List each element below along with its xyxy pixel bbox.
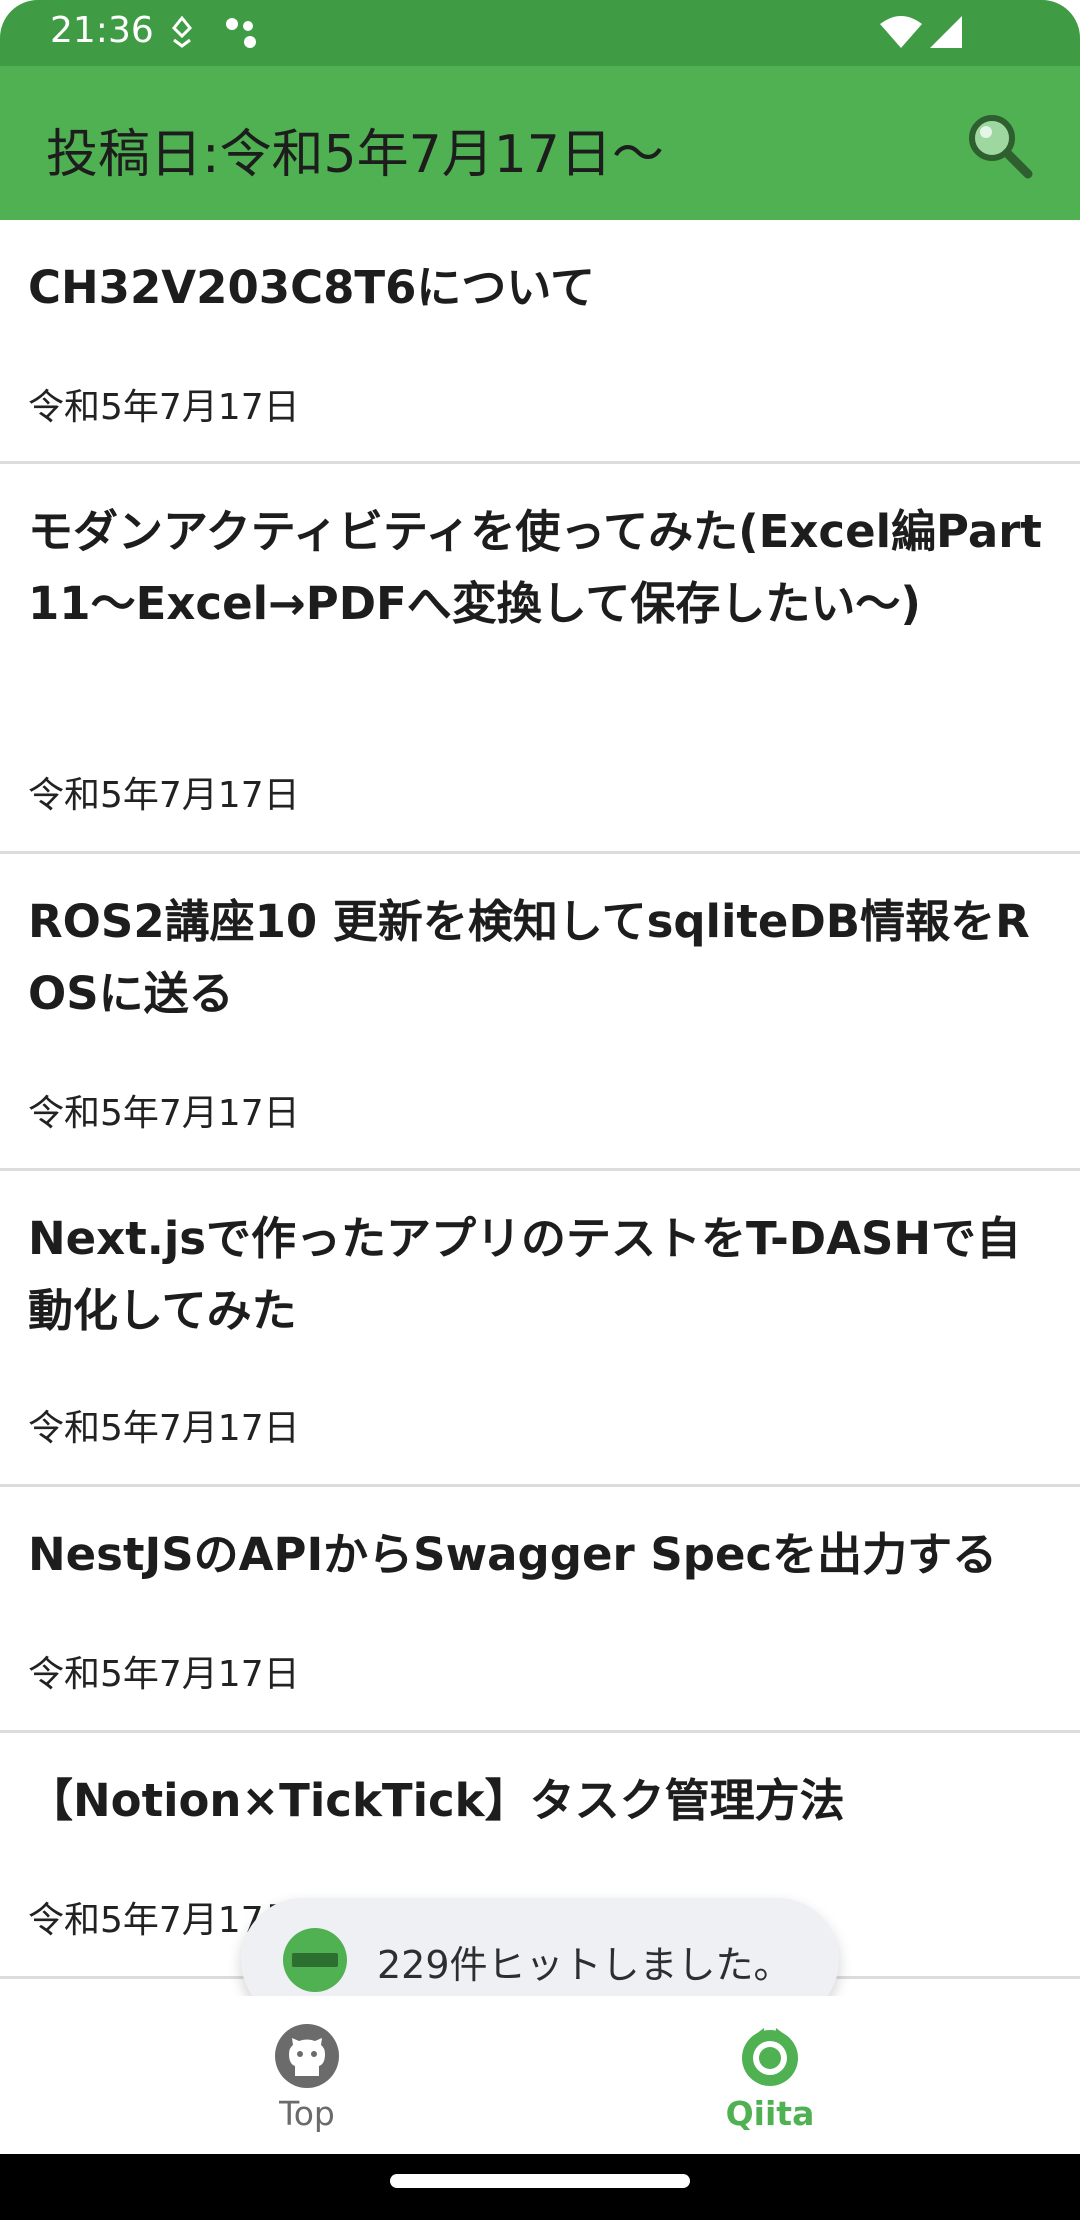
article-title: モダンアクティビティを使ってみた(Excel編Part11〜Excel→PDFへ… (28, 505, 1042, 630)
list-item[interactable]: Next.jsで作ったアプリのテストをT-DASHで自動化してみた 令和5年7月… (0, 1171, 1080, 1487)
article-title: Next.jsで作ったアプリのテストをT-DASHで自動化してみた (28, 1212, 1022, 1337)
dots-icon (224, 14, 260, 54)
page-title: 投稿日:令和5年7月17日〜 (46, 125, 664, 185)
article-title: ROS2講座10 更新を検知してsqliteDB情報をROSに送る (28, 895, 1030, 1020)
status-bar: 21:36 (0, 0, 1080, 66)
nav-label-top: Top (279, 2094, 335, 2133)
article-date: 令和5年7月17日 (28, 1093, 300, 1134)
article-title: NestJSのAPIからSwagger Specを出力する (28, 1528, 998, 1581)
nav-item-qiita[interactable]: Qiita (500, 1996, 1040, 2154)
article-title: 【Notion×TickTick】タスク管理方法 (28, 1774, 845, 1827)
search-button[interactable] (964, 110, 1036, 182)
list-item[interactable]: ROS2講座10 更新を検知してsqliteDB情報をROSに送る 令和5年7月… (0, 854, 1080, 1171)
toast-message: 229件ヒットしました。 (377, 1943, 792, 1987)
article-date: 令和5年7月17日 (28, 1408, 300, 1449)
article-list: CH32V203C8T6について 令和5年7月17日 モダンアクティビティを使っ… (0, 220, 1080, 1979)
wifi-icon (878, 14, 924, 54)
cellular-signal-icon (928, 14, 964, 54)
list-item[interactable]: NestJSのAPIからSwagger Specを出力する 令和5年7月17日 (0, 1487, 1080, 1733)
article-title: CH32V203C8T6について (28, 261, 596, 314)
home-handle[interactable] (390, 2174, 690, 2188)
github-icon (275, 2024, 339, 2088)
app-logo-icon (283, 1928, 347, 1992)
list-item[interactable]: モダンアクティビティを使ってみた(Excel編Part11〜Excel→PDFへ… (0, 464, 1080, 854)
status-time: 21:36 (50, 10, 154, 51)
usb-debug-icon (168, 14, 196, 54)
article-date: 令和5年7月17日 (28, 1654, 300, 1695)
list-item[interactable]: CH32V203C8T6について 令和5年7月17日 (0, 220, 1080, 464)
bottom-navigation: Top Qiita (0, 1996, 1080, 2154)
article-date: 令和5年7月17日 (28, 387, 300, 428)
article-date: 令和5年7月17日 (28, 775, 300, 816)
system-navigation-bar (0, 2154, 1080, 2220)
nav-label-qiita: Qiita (725, 2094, 815, 2133)
qiita-icon (742, 2028, 798, 2086)
app-bar: 投稿日:令和5年7月17日〜 (0, 66, 1080, 220)
search-icon (969, 115, 1033, 179)
nav-item-top[interactable]: Top (37, 1996, 577, 2154)
